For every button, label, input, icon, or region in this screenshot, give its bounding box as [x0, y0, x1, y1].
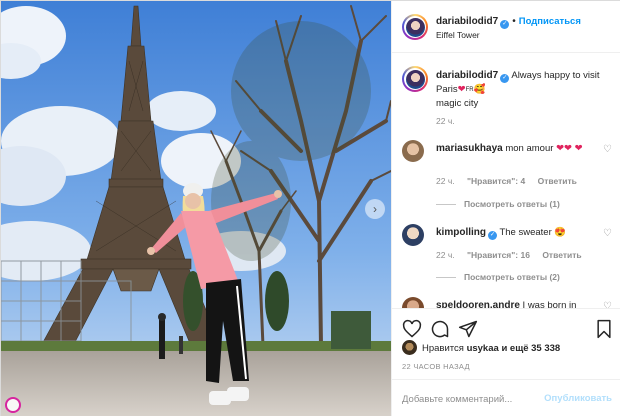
comment-icon[interactable]: [430, 319, 450, 339]
heart-eyes-emoji: 😍: [554, 227, 567, 238]
commenter-avatar[interactable]: [402, 297, 424, 308]
comments-list[interactable]: dariabilodid7 ✓ Always happy to visit Par…: [392, 54, 620, 308]
publish-button[interactable]: Опубликовать: [544, 393, 612, 404]
comment-likes-count[interactable]: "Нравится": 4: [467, 176, 525, 186]
france-flag-emoji: FR: [465, 87, 474, 93]
bookmark-icon[interactable]: [594, 319, 614, 339]
comment-meta: 22 ч. "Нравится": 4 Ответить: [436, 176, 587, 186]
comment-body: speldooren.andre I was born in: [436, 300, 596, 308]
comment-like-heart-icon[interactable]: ♡: [603, 228, 612, 239]
eiffel-tower-photo: [1, 1, 391, 416]
heart-icon[interactable]: [402, 319, 422, 339]
post-timestamp[interactable]: 22 ЧАСОВ НАЗАД: [402, 362, 470, 371]
liker-avatar[interactable]: [402, 340, 417, 355]
comment-text: I was born in: [522, 300, 577, 308]
follow-button[interactable]: Подписаться: [519, 16, 581, 27]
post-header: dariabilodid7 ✓ • Подписаться Eiffel Tower: [392, 1, 620, 53]
post-photo[interactable]: ›: [1, 1, 391, 416]
comment-username[interactable]: speldooren.andre: [436, 300, 520, 308]
comment-input[interactable]: [402, 390, 552, 408]
comment-meta: 22 ч. "Нравится": 16 Ответить: [436, 250, 592, 260]
comment-text: The sweater: [499, 227, 552, 238]
view-replies-button[interactable]: Посмотреть ответы (1): [436, 199, 560, 209]
caption-text-2: magic city: [436, 98, 479, 109]
author-name-line: dariabilodid7 ✓ • Подписаться: [436, 16, 581, 29]
verified-badge-icon: ✓: [500, 20, 510, 29]
heart-emoji: ❤❤ ❤: [556, 143, 583, 154]
likes-summary: Нравится usykaa и ещё 35 338: [402, 340, 617, 360]
likes-prefix: Нравится: [422, 343, 464, 354]
reply-button[interactable]: Ответить: [538, 176, 577, 186]
profile-watermark-icon: [5, 397, 21, 413]
view-replies-label: Посмотреть ответы (1): [464, 199, 560, 209]
replies-line: [436, 204, 456, 206]
commenter-avatar[interactable]: [402, 140, 424, 162]
comment-username[interactable]: mariasukhaya: [436, 143, 503, 154]
comment-time: 22 ч.: [436, 250, 455, 260]
comment-username[interactable]: kimpolling: [436, 227, 486, 238]
comment-body: kimpolling ✓ The sweater 😍: [436, 227, 596, 240]
liker-username[interactable]: usykaa: [467, 343, 499, 354]
separator-dot: •: [512, 16, 516, 27]
comment-like-heart-icon[interactable]: ♡: [603, 301, 612, 308]
post-side-panel: dariabilodid7 ✓ • Подписаться Eiffel Tower …: [391, 1, 620, 416]
comment-time: 22 ч.: [436, 176, 455, 186]
view-replies-label: Посмотреть ответы (2): [464, 272, 560, 282]
replies-line: [436, 277, 456, 279]
smiling-hearts-emoji: 🥰: [473, 84, 486, 95]
author-avatar[interactable]: [402, 14, 428, 40]
heart-emoji: ❤: [457, 84, 466, 95]
caption-body: dariabilodid7 ✓ Always happy to visit Par…: [436, 69, 606, 110]
caption-username[interactable]: dariabilodid7: [436, 70, 498, 81]
commenter-avatar[interactable]: [402, 224, 424, 246]
comment-body: mariasukhaya mon amour ❤❤ ❤: [436, 143, 596, 155]
reply-button[interactable]: Ответить: [542, 250, 581, 260]
add-comment-bar: Опубликовать: [392, 379, 620, 416]
view-replies-button[interactable]: Посмотреть ответы (2): [436, 272, 560, 282]
caption-avatar[interactable]: [402, 66, 428, 92]
comment-like-heart-icon[interactable]: ♡: [603, 144, 612, 155]
post-location[interactable]: Eiffel Tower: [436, 30, 480, 40]
comment-text: mon amour: [505, 143, 554, 154]
author-username[interactable]: dariabilodid7: [436, 16, 498, 27]
next-image-arrow-icon[interactable]: ›: [365, 199, 385, 219]
caption-time: 22 ч.: [436, 116, 455, 126]
share-icon[interactable]: [458, 319, 478, 339]
instagram-post: › dariabilodid7 ✓ • Подписаться Eiffel Towe…: [0, 0, 620, 416]
verified-badge-icon: ✓: [488, 231, 497, 240]
verified-badge-icon: ✓: [500, 74, 510, 83]
likes-count[interactable]: и ещё 35 338: [501, 343, 560, 354]
comment-likes-count[interactable]: "Нравится": 16: [467, 250, 530, 260]
